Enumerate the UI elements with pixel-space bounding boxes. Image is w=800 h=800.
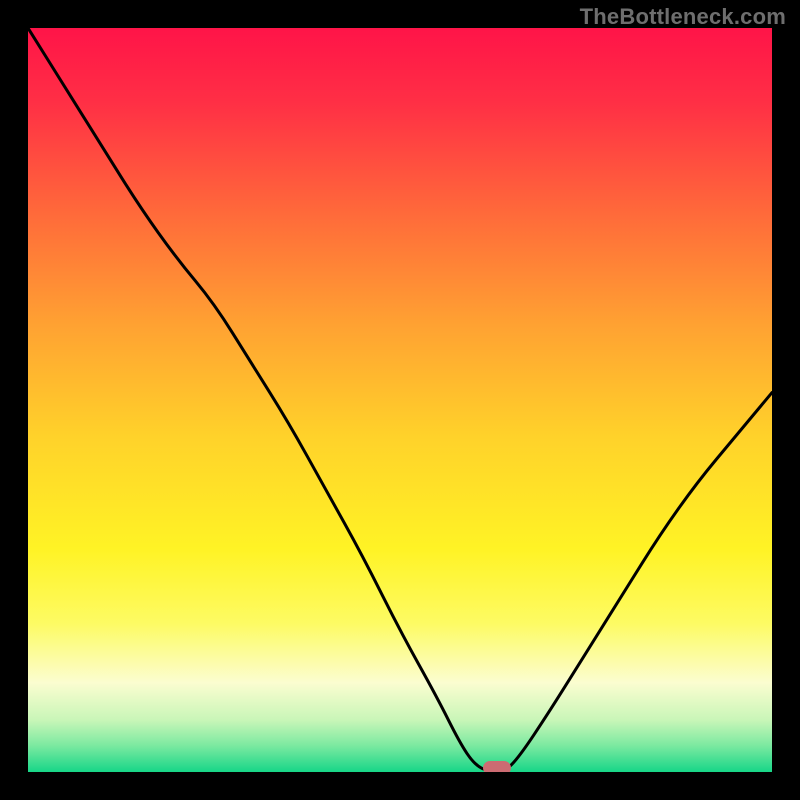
chart-svg bbox=[28, 28, 772, 772]
plot-area bbox=[28, 28, 772, 772]
watermark-text: TheBottleneck.com bbox=[580, 4, 786, 30]
chart-background bbox=[28, 28, 772, 772]
optimal-marker bbox=[483, 761, 511, 772]
